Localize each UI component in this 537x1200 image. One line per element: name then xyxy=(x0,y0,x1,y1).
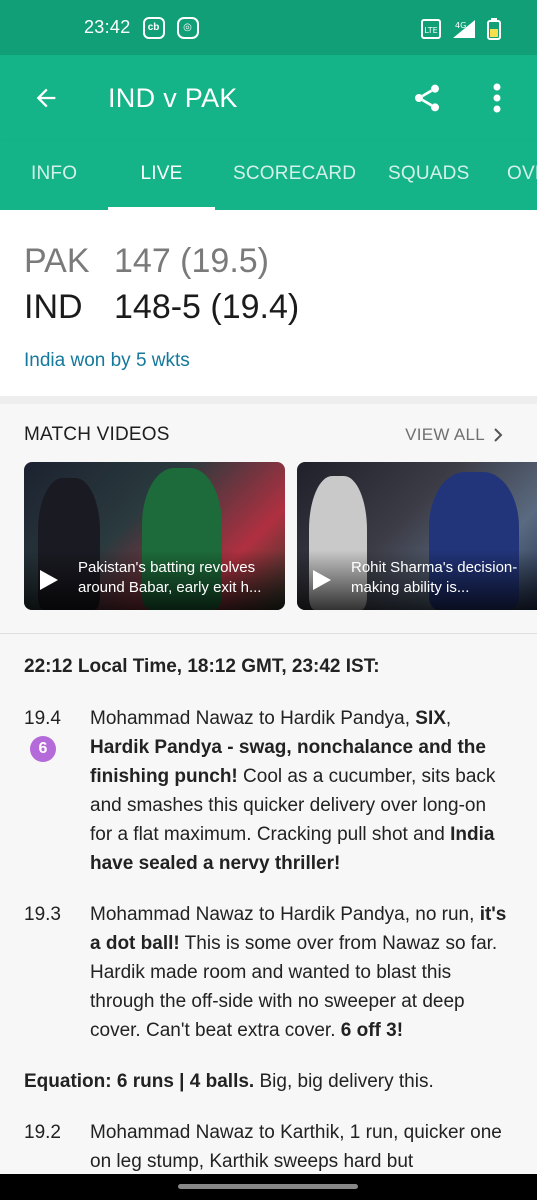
tab-squads[interactable]: SQUADS xyxy=(388,141,469,210)
tab-label: LIVE xyxy=(140,163,183,184)
system-nav-bar xyxy=(0,1174,537,1200)
ball-entry: 19.2 Mohammad Nawaz to Karthik, 1 run, q… xyxy=(24,1118,513,1176)
back-button[interactable] xyxy=(24,76,68,120)
page-title: IND v PAK xyxy=(108,82,238,113)
tab-label: SCORECARD xyxy=(233,163,357,184)
bold-text: Equation: 6 runs | 4 balls. xyxy=(24,1071,255,1092)
play-icon xyxy=(313,570,331,590)
video-card[interactable]: Pakistan's batting revolves around Babar… xyxy=(24,462,285,610)
equation-text: Equation: 6 runs | 4 balls. Big, big del… xyxy=(24,1067,513,1096)
tab-label: OVERS xyxy=(507,163,537,184)
status-bar: 23:42 cb ◎ LTE 4G xyxy=(0,0,537,55)
team1-name: PAK xyxy=(24,241,90,280)
section-title: MATCH VIDEOS xyxy=(24,424,170,445)
tab-info[interactable]: INFO xyxy=(31,141,77,210)
chevron-right-icon xyxy=(494,428,503,442)
view-all-button[interactable]: VIEW ALL xyxy=(405,425,503,445)
team1-score-row: PAK 147 (19.5) xyxy=(24,238,513,284)
team2-score-row: IND 148-5 (19.4) xyxy=(24,284,513,330)
volte-icon: LTE xyxy=(421,19,441,39)
match-videos-section: MATCH VIDEOS VIEW ALL Pakistan's batting… xyxy=(0,404,537,634)
over-number-col: 19.3 xyxy=(24,900,90,1045)
status-right-icons: LTE 4G xyxy=(421,18,501,40)
instagram-icon: ◎ xyxy=(176,16,199,39)
divider xyxy=(0,396,537,404)
bold-text: 6 off 3! xyxy=(340,1020,404,1041)
six-badge: 6 xyxy=(30,736,56,762)
over-number: 19.2 xyxy=(24,1122,61,1143)
more-vertical-icon xyxy=(493,83,501,113)
tab-label: SQUADS xyxy=(388,163,470,184)
tab-overs[interactable]: OVERS xyxy=(507,141,537,210)
app-bar: IND v PAK xyxy=(0,55,537,141)
view-all-label: VIEW ALL xyxy=(405,425,485,444)
battery-icon xyxy=(487,18,501,40)
over-number: 19.3 xyxy=(24,904,61,925)
over-number: 19.4 xyxy=(24,708,61,729)
share-button[interactable] xyxy=(407,78,447,118)
video-title: Rohit Sharma's decision-making ability i… xyxy=(351,559,518,596)
text-run: Mohammad Nawaz to Hardik Pandya, xyxy=(90,708,416,729)
ball-entry: 19.3 Mohammad Nawaz to Hardik Pandya, no… xyxy=(24,900,513,1045)
signal-icon: 4G xyxy=(453,20,475,38)
video-card[interactable]: Rohit Sharma's decision-making ability i… xyxy=(297,462,537,610)
ball-text: Mohammad Nawaz to Hardik Pandya, no run,… xyxy=(90,900,513,1045)
ball-entry: 19.4 6 Mohammad Nawaz to Hardik Pandya, … xyxy=(24,704,513,878)
tab-scorecard[interactable]: SCORECARD xyxy=(233,141,356,210)
ball-text: Mohammad Nawaz to Karthik, 1 run, quicke… xyxy=(90,1118,513,1176)
tab-bar: INFO LIVE SCORECARD SQUADS OVERS xyxy=(0,141,537,210)
team1-score: 147 (19.5) xyxy=(114,241,269,280)
cb-icon: cb xyxy=(142,16,165,39)
commentary-time-header: 22:12 Local Time, 18:12 GMT, 23:42 IST: xyxy=(24,656,380,677)
match-result: India won by 5 wkts xyxy=(24,350,190,371)
tab-label: INFO xyxy=(31,163,78,184)
team2-name: IND xyxy=(24,287,83,326)
status-time: 23:42 xyxy=(84,17,131,37)
over-number-col: 19.2 xyxy=(24,1118,90,1176)
home-gesture-handle[interactable] xyxy=(178,1184,358,1189)
ball-text: Mohammad Nawaz to Hardik Pandya, SIX, Ha… xyxy=(90,704,513,878)
bold-text: SIX xyxy=(415,708,446,729)
more-options-button[interactable] xyxy=(479,78,515,118)
video-title: Pakistan's batting revolves around Babar… xyxy=(78,559,262,596)
text-run: Big, big delivery this. xyxy=(254,1071,434,1092)
play-icon xyxy=(40,570,58,590)
share-icon xyxy=(415,84,439,112)
score-summary: PAK 147 (19.5) IND 148-5 (19.4) India wo… xyxy=(0,210,537,396)
over-number-col: 19.4 6 xyxy=(24,704,90,878)
tab-live[interactable]: LIVE xyxy=(108,141,215,210)
svg-text:LTE: LTE xyxy=(424,26,437,35)
text-run: Mohammad Nawaz to Karthik, 1 run, quicke… xyxy=(90,1122,502,1172)
text-run: , xyxy=(445,708,452,729)
arrow-left-icon xyxy=(36,88,56,108)
team2-score: 148-5 (19.4) xyxy=(114,287,300,326)
commentary-feed: 22:12 Local Time, 18:12 GMT, 23:42 IST: … xyxy=(0,634,537,1176)
text-run: Mohammad Nawaz to Hardik Pandya, no run, xyxy=(90,904,480,925)
svg-text:4G: 4G xyxy=(455,21,466,30)
